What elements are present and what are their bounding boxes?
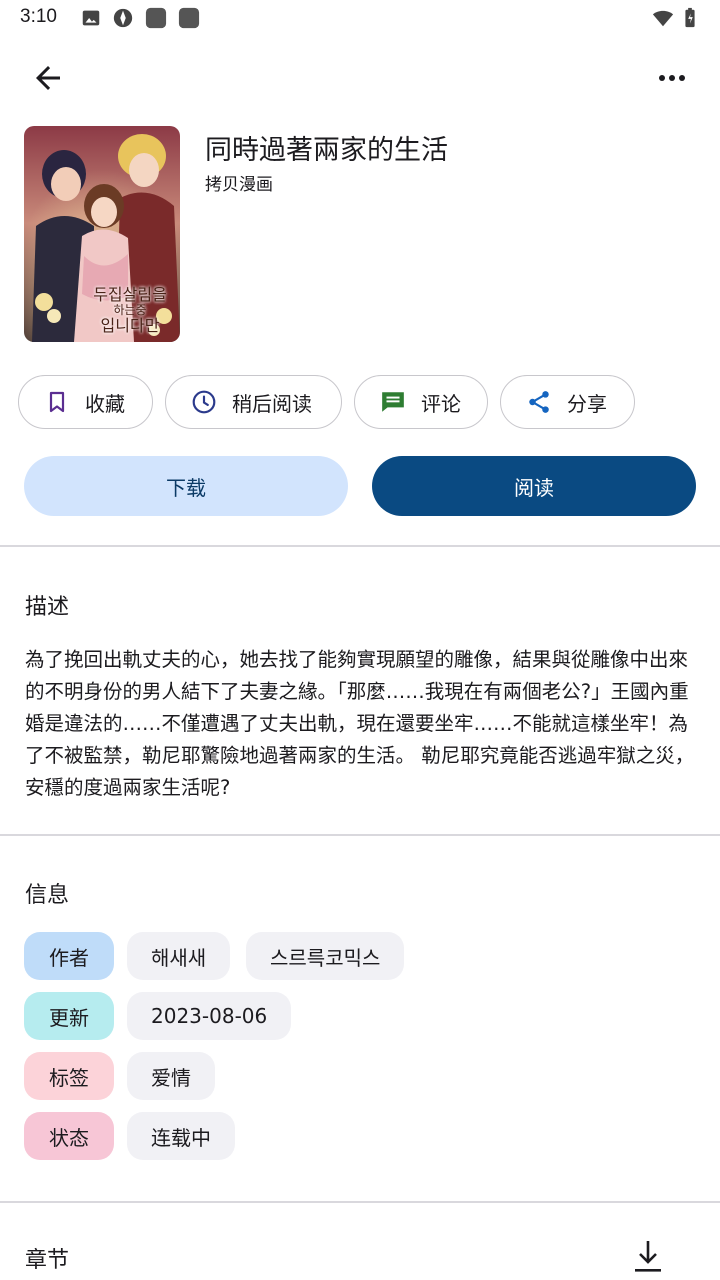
manga-title: 同時過著兩家的生活 — [205, 135, 448, 166]
updated-value: 2023-08-06 — [127, 992, 292, 1040]
status-time: 3:10 — [20, 6, 57, 27]
status-bar: 3:10 — [0, 0, 720, 36]
info-key-author: 作者 — [24, 932, 114, 980]
read-later-label: 稍后阅读 — [232, 391, 312, 416]
download-button[interactable]: 下载 — [24, 456, 348, 516]
comment-chip[interactable]: 评论 — [354, 375, 488, 429]
read-button[interactable]: 阅读 — [372, 456, 696, 516]
info-heading: 信息 — [25, 883, 70, 908]
image-notification-icon — [82, 10, 100, 26]
share-icon — [525, 388, 553, 416]
manga-source[interactable]: 拷贝漫画 — [205, 170, 273, 195]
more-options-button[interactable] — [648, 54, 696, 102]
read-later-chip[interactable]: 稍后阅读 — [165, 375, 342, 429]
share-chip[interactable]: 分享 — [500, 375, 635, 429]
top-app-bar — [0, 36, 720, 114]
clock-icon — [190, 388, 218, 416]
wifi-icon — [652, 10, 674, 27]
app-notification-icon-2 — [178, 7, 200, 29]
author-value[interactable]: 스르륵코믹스 — [246, 932, 405, 980]
bookmark-icon — [43, 388, 71, 416]
status-value: 连载中 — [127, 1112, 235, 1160]
app-notification-icon — [145, 7, 167, 29]
author-value[interactable]: 해새새 — [127, 932, 231, 980]
favorite-chip[interactable]: 收藏 — [18, 375, 153, 429]
download-chapters-button[interactable] — [632, 1238, 664, 1274]
description-text: 為了挽回出軌丈夫的心，她去找了能夠實現願望的雕像，結果與從雕像中出來的不明身份的… — [25, 648, 695, 799]
battery-icon — [685, 7, 695, 28]
tag-value[interactable]: 爱情 — [127, 1052, 215, 1100]
info-key-updated: 更新 — [24, 992, 114, 1040]
share-label: 分享 — [567, 391, 607, 416]
cover-title-text: 두집살림을 하는중 입니다만 — [93, 285, 167, 335]
favorite-label: 收藏 — [85, 391, 125, 416]
divider — [0, 1201, 720, 1203]
chapters-heading: 章节 — [25, 1248, 70, 1273]
more-horizontal-icon — [659, 75, 685, 81]
divider — [0, 545, 720, 547]
back-button[interactable] — [24, 54, 72, 102]
sync-notification-icon — [113, 8, 133, 28]
description-heading: 描述 — [25, 595, 70, 620]
info-key-status: 状态 — [24, 1112, 114, 1160]
comment-icon — [379, 388, 407, 416]
info-key-tags: 标签 — [24, 1052, 114, 1100]
manga-cover[interactable]: 두집살림을 하는중 입니다만 — [24, 126, 180, 342]
divider — [0, 834, 720, 836]
arrow-left-icon — [36, 66, 60, 90]
download-icon — [635, 1241, 661, 1272]
comment-label: 评论 — [421, 391, 461, 416]
